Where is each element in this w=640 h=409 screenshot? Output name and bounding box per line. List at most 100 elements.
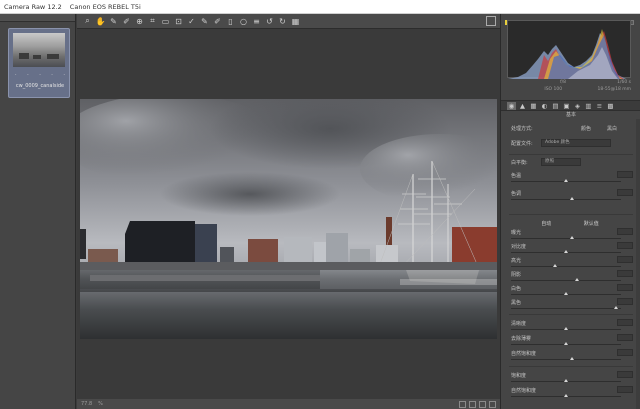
presets-icon[interactable]: ≡ — [595, 102, 604, 110]
rating-dot[interactable]: · — [51, 72, 53, 78]
crop-icon[interactable]: ⌗ — [146, 15, 159, 27]
preferences-icon[interactable]: ≡ — [250, 15, 263, 27]
slider-value-field[interactable] — [617, 386, 633, 393]
transform-icon[interactable]: ⊡ — [172, 15, 185, 27]
slider-value-field[interactable] — [617, 242, 633, 249]
slider-value-field[interactable] — [617, 189, 633, 196]
slider-label: 色温 — [511, 173, 522, 179]
slider-value-field[interactable] — [617, 371, 633, 378]
rotate-right-icon[interactable]: ↻ — [276, 15, 289, 27]
slider-value-field[interactable] — [617, 270, 633, 277]
slider-label: 去除薄雾 — [511, 336, 532, 342]
treatment-bw-radio[interactable]: 黑白 — [607, 125, 617, 132]
zoom-unit: % — [98, 401, 103, 407]
readout-cell: 1/60 s — [617, 80, 631, 85]
slider-knob[interactable] — [569, 236, 574, 239]
slider-knob[interactable] — [564, 342, 568, 345]
radial-filter-icon[interactable]: ○ — [237, 15, 250, 27]
slider-knob[interactable] — [564, 179, 568, 182]
section-title: 基本 — [565, 112, 576, 118]
slider-track[interactable] — [511, 199, 621, 200]
fullscreen-icon[interactable] — [486, 16, 496, 26]
tool-bar: ⌕ ✋ ✎ ✐ ⊕ ⌗ ▭ ⊡ ✓ ✎ ✐ ▯ ○ ≡ ↺ ↻ ▦ — [77, 14, 500, 28]
slider-knob[interactable] — [569, 357, 574, 360]
slider-value-field[interactable] — [617, 349, 633, 356]
slider-knob[interactable] — [575, 278, 579, 281]
treatment-color-radio[interactable]: 颜色 — [581, 125, 591, 132]
slider-knob[interactable] — [569, 197, 574, 200]
settings-icon[interactable] — [489, 400, 496, 408]
straighten-icon[interactable]: ▭ — [159, 15, 172, 27]
thumbnail-rating[interactable]: · · · · · — [15, 72, 65, 78]
slider-value-field[interactable] — [617, 256, 633, 263]
slider-value-field[interactable] — [617, 284, 633, 291]
tone-curve-icon[interactable]: ▲ — [518, 102, 527, 110]
slider-knob[interactable] — [564, 327, 568, 330]
filmstrip-thumbnail[interactable]: · · · · · cw_0009_canalside — [8, 28, 70, 98]
calibration-icon[interactable]: ▥ — [584, 102, 593, 110]
rating-dot[interactable]: · — [63, 72, 65, 78]
auto-button[interactable]: 自动 — [541, 220, 551, 227]
slider-label: 自然饱和度 — [511, 388, 537, 394]
slider-knob[interactable] — [564, 292, 568, 295]
filmstrip-header[interactable] — [0, 14, 75, 22]
slider-knob[interactable] — [613, 306, 618, 309]
snapshots-icon[interactable]: ▩ — [606, 102, 615, 110]
slider-value-field[interactable] — [617, 298, 633, 305]
zoom-value[interactable]: 77.8 — [81, 401, 92, 407]
slider-value-field[interactable] — [617, 228, 633, 235]
slider-value-field[interactable] — [617, 319, 633, 326]
detail-icon[interactable]: ▦ — [529, 102, 538, 110]
treatment-label: 处理方式: — [511, 126, 533, 132]
white-balance-select[interactable]: 原照 — [541, 158, 581, 166]
rotate-left-icon[interactable]: ↺ — [263, 15, 276, 27]
effects-icon[interactable]: ◈ — [573, 102, 582, 110]
readout-cell: f/8 — [560, 80, 567, 85]
rating-dot[interactable]: · — [39, 72, 41, 78]
slider-value-field[interactable] — [617, 171, 633, 178]
red-eye-icon[interactable]: ✎ — [198, 15, 211, 27]
preview-photo[interactable] — [80, 99, 497, 339]
slider-track[interactable] — [511, 308, 621, 309]
slider-knob[interactable] — [564, 379, 568, 382]
divider — [509, 366, 633, 367]
divider — [509, 314, 633, 315]
thumbnail-image — [13, 33, 65, 67]
copy-icon[interactable] — [479, 400, 486, 408]
slider-value-field[interactable] — [617, 334, 633, 341]
white-balance-icon[interactable]: ✎ — [107, 15, 120, 27]
panel-scrollbar[interactable] — [636, 119, 640, 409]
thumbnail-filename: cw_0009_canalside — [15, 83, 65, 89]
hand-icon[interactable]: ✋ — [94, 15, 107, 27]
slider-knob[interactable] — [553, 264, 557, 267]
rating-dot[interactable]: · — [27, 72, 29, 78]
color-sampler-icon[interactable]: ✐ — [120, 15, 133, 27]
targeted-adjustment-icon[interactable]: ⊕ — [133, 15, 146, 27]
trash-icon[interactable]: ▦ — [289, 15, 302, 27]
image-canvas[interactable] — [77, 28, 500, 399]
title-bar: Camera Raw 12.2 Canon EOS REBEL T5i — [0, 0, 640, 14]
slider-track[interactable] — [511, 238, 621, 239]
default-button[interactable]: 默认值 — [584, 220, 599, 227]
graduated-filter-icon[interactable]: ▯ — [224, 15, 237, 27]
adjustment-panel: f/8 1/60 s ISO 100 18-55@18 mm ◉ ▲ ▦ ◐ ▤ ▣ ◈ ▥ ≡ ▩ … — [500, 14, 640, 409]
slider-track[interactable] — [511, 266, 621, 267]
before-after-icon[interactable] — [459, 400, 466, 408]
profile-select[interactable]: Adobe 颜色 — [541, 139, 611, 147]
zoom-icon[interactable]: ⌕ — [81, 15, 94, 27]
auto-default-row: 自动 默认值 — [525, 220, 615, 227]
adjustment-brush-icon[interactable]: ✐ — [211, 15, 224, 27]
spot-removal-icon[interactable]: ✓ — [185, 15, 198, 27]
slider-track[interactable] — [511, 359, 621, 360]
basic-icon[interactable]: ◉ — [507, 101, 516, 110]
slider-knob[interactable] — [564, 250, 568, 253]
slider-knob[interactable] — [564, 394, 568, 397]
hsl-icon[interactable]: ◐ — [540, 102, 549, 110]
slider-track[interactable] — [511, 280, 621, 281]
swap-icon[interactable] — [469, 400, 476, 408]
white-balance-label: 白平衡: — [511, 160, 528, 166]
split-toning-icon[interactable]: ▤ — [551, 102, 560, 110]
lens-icon[interactable]: ▣ — [562, 102, 571, 110]
rating-dot[interactable]: · — [15, 72, 17, 78]
divider — [509, 214, 633, 215]
